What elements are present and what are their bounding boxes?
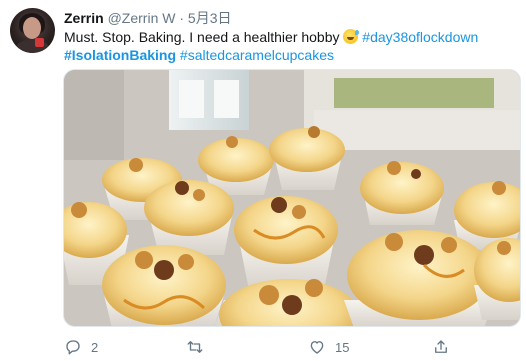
tweet-text: Must. Stop. Baking. I need a healthier h… — [64, 28, 519, 64]
reply-button[interactable]: 2 — [64, 336, 98, 358]
sweat-smile-icon — [343, 29, 360, 44]
heart-icon — [310, 341, 324, 354]
tweet[interactable]: Zerrin @Zerrin W · 5月3日 Must. Stop. Baki… — [0, 0, 526, 361]
hashtag-saltedcaramelcupcakes[interactable]: #saltedcaramelcupcakes — [180, 47, 334, 63]
separator-dot: · — [179, 10, 185, 26]
hashtag-isolationbaking[interactable]: #IsolationBaking — [64, 47, 176, 63]
author-name[interactable]: Zerrin — [64, 10, 104, 26]
tweet-body: Must. Stop. Baking. I need a healthier h… — [64, 29, 340, 45]
retweet-button[interactable] — [186, 336, 213, 358]
avatar-face — [23, 17, 41, 39]
reply-count: 2 — [91, 339, 99, 355]
like-count: 15 — [335, 339, 350, 355]
avatar[interactable] — [10, 8, 55, 53]
retweet-icon — [187, 341, 203, 353]
cupcakes-photo — [64, 70, 520, 326]
tweet-header: Zerrin @Zerrin W · 5月3日 — [64, 9, 231, 27]
hashtag-day38oflockdown[interactable]: #day38oflockdown — [362, 29, 478, 45]
avatar-cup — [35, 38, 44, 47]
like-button[interactable]: 15 — [308, 336, 349, 358]
share-icon — [435, 340, 447, 353]
author-handle[interactable]: @Zerrin W — [108, 10, 176, 26]
tweet-date[interactable]: 5月3日 — [188, 10, 232, 26]
share-button[interactable] — [432, 336, 450, 358]
tweet-actions: 2 15 — [64, 336, 519, 358]
avatar-shirt — [16, 40, 49, 53]
tweet-photo[interactable] — [63, 69, 521, 327]
reply-icon — [66, 340, 80, 355]
